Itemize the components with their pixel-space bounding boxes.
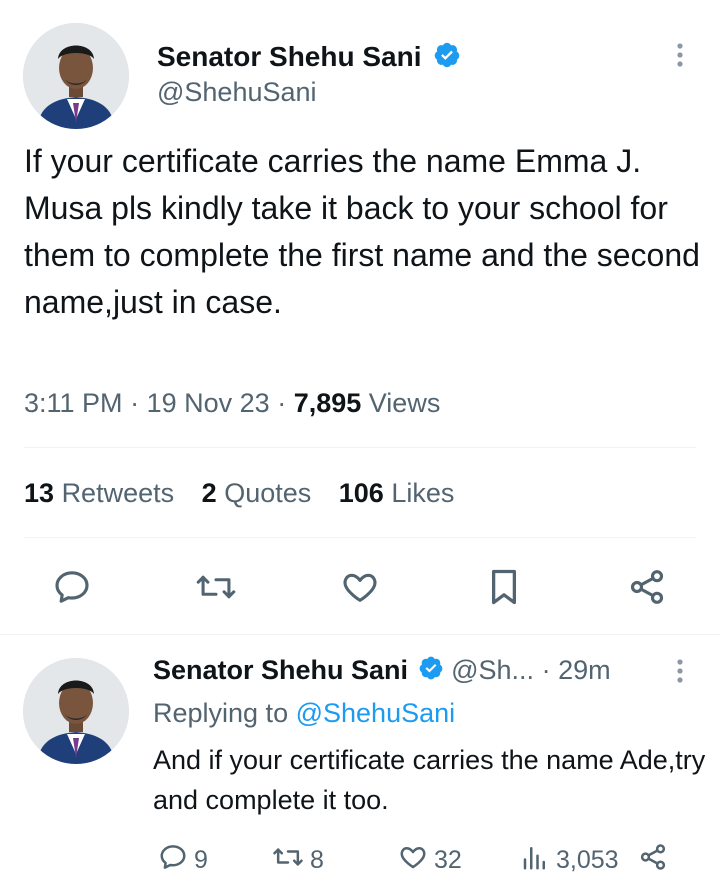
- retweet-count: 8: [310, 846, 324, 874]
- quotes-count: 2: [201, 478, 217, 508]
- verified-badge-icon: [433, 41, 461, 76]
- retweet-icon: [272, 842, 304, 879]
- retweet-action[interactable]: 8: [272, 842, 324, 879]
- reply-author-name[interactable]: Senator Shehu Sani: [153, 655, 408, 685]
- engagement-stats: 13 Retweets 2 Quotes 106 Likes: [24, 478, 454, 509]
- reply-header: Senator Shehu Sani @Sh... · 29m: [153, 655, 611, 688]
- views-action[interactable]: 3,053: [520, 842, 619, 879]
- replying-to-label: Replying to: [153, 698, 289, 728]
- reply-text: And if your certificate carries the name…: [153, 745, 706, 815]
- share-icon[interactable]: [627, 567, 667, 607]
- retweets-count: 13: [24, 478, 55, 508]
- more-options-icon[interactable]: [668, 656, 692, 688]
- reply-icon[interactable]: [52, 567, 92, 607]
- views-count: 3,053: [556, 846, 619, 874]
- retweets-label: Retweets: [61, 478, 175, 508]
- views-label: Views: [368, 388, 441, 418]
- tweet-meta: 3:11 PM · 19 Nov 23 · 7,895 Views: [24, 388, 440, 419]
- divider: [24, 537, 696, 538]
- like-icon[interactable]: [340, 567, 380, 607]
- separator-dot: ·: [130, 388, 147, 418]
- bookmark-icon[interactable]: [485, 566, 523, 608]
- avatar[interactable]: [23, 23, 129, 129]
- like-icon: [398, 842, 428, 879]
- quotes-label: Quotes: [224, 478, 312, 508]
- retweets-stat[interactable]: 13 Retweets: [24, 478, 174, 508]
- reply-count: 9: [194, 846, 208, 874]
- quotes-stat[interactable]: 2 Quotes: [202, 478, 312, 508]
- reply-author-handle[interactable]: @Sh...: [451, 655, 534, 685]
- like-action[interactable]: 32: [398, 842, 462, 879]
- likes-count: 106: [338, 478, 384, 508]
- reply-age[interactable]: 29m: [558, 655, 611, 685]
- divider: [0, 634, 720, 635]
- views-count: 7,895: [293, 388, 362, 418]
- likes-label: Likes: [391, 478, 455, 508]
- tweet-date[interactable]: 19 Nov 23: [147, 388, 270, 418]
- reply-action[interactable]: 9: [158, 842, 208, 879]
- share-action[interactable]: [638, 842, 668, 879]
- reply-icon: [158, 842, 188, 879]
- replying-to: Replying to @ShehuSani: [153, 698, 455, 729]
- more-options-icon[interactable]: [668, 40, 692, 72]
- tweet-time[interactable]: 3:11 PM: [24, 388, 123, 418]
- divider: [24, 447, 696, 448]
- share-icon: [638, 842, 668, 879]
- verified-badge-icon: [418, 655, 444, 688]
- views-icon: [520, 842, 550, 879]
- likes-stat[interactable]: 106 Likes: [339, 478, 455, 508]
- separator-dot: ·: [541, 655, 559, 685]
- author-name-text[interactable]: Senator Shehu Sani: [157, 41, 422, 72]
- author-name[interactable]: Senator Shehu Sani: [157, 41, 461, 76]
- retweet-icon[interactable]: [195, 567, 237, 607]
- author-handle[interactable]: @ShehuSani: [157, 77, 317, 108]
- like-count: 32: [434, 846, 462, 874]
- separator-dot: ·: [277, 388, 294, 418]
- tweet-text: If your certificate carries the name Emm…: [24, 143, 700, 320]
- replying-to-handle[interactable]: @ShehuSani: [296, 698, 456, 728]
- avatar[interactable]: [23, 658, 129, 764]
